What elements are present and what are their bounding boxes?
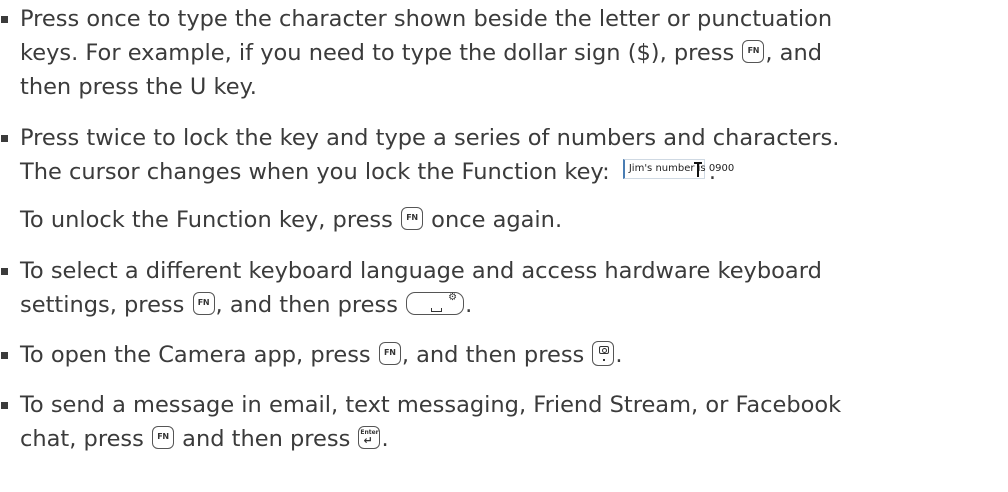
bullet bbox=[1, 135, 8, 142]
text-line: Press once to type the character shown b… bbox=[20, 6, 833, 32]
fn-key-icon: FN bbox=[742, 40, 765, 63]
item-text: Press once to type the character shown b… bbox=[20, 2, 1008, 104]
text-span: To unlock the Function key, press bbox=[20, 207, 401, 233]
bullet bbox=[1, 352, 8, 359]
enter-key-icon: Enter ↵ bbox=[358, 426, 381, 449]
space-bar-icon bbox=[431, 308, 443, 312]
camera-key-icon bbox=[592, 341, 615, 366]
cursor-sample-text: Jim's number is 0900 bbox=[628, 162, 735, 174]
item-text: To open the Camera app, press FN , and th… bbox=[20, 338, 1008, 372]
text-line: To unlock the Function key, press FN onc… bbox=[20, 203, 1008, 237]
space-settings-key-icon: ⚙ bbox=[406, 292, 465, 315]
fn-key-icon: FN bbox=[152, 426, 175, 449]
fn-key-icon: FN bbox=[401, 207, 424, 230]
text-line: chat, press FN and then press Enter ↵. bbox=[20, 422, 1008, 456]
fn-key-label: FN bbox=[406, 213, 418, 222]
item-text: To select a different keyboard language … bbox=[20, 254, 1008, 322]
text-span: , and bbox=[765, 40, 823, 66]
fn-key-icon: FN bbox=[192, 292, 215, 315]
period-dot bbox=[603, 359, 606, 361]
text-span: settings, press bbox=[20, 292, 192, 318]
fn-key-label: FN bbox=[197, 298, 210, 307]
gear-icon: ⚙ bbox=[448, 292, 458, 303]
text-span: keys. For example, if you need to type t… bbox=[20, 40, 742, 66]
locked-caret-icon bbox=[693, 161, 702, 177]
text-line: To select a different keyboard language … bbox=[20, 258, 822, 284]
text-span: chat, press bbox=[20, 426, 152, 452]
text-line: To open the Camera app, press FN , and th… bbox=[20, 338, 1008, 372]
text-line: settings, press FN , and then press ⚙. bbox=[20, 288, 1008, 322]
text-span: once again. bbox=[424, 207, 563, 233]
item-text: Press twice to lock the key and type a s… bbox=[20, 121, 1008, 237]
locked-cursor-image: Jim's number is 0900 bbox=[622, 158, 734, 179]
fn-key-label: FN bbox=[157, 432, 169, 441]
text-line: To send a message in email, text messagi… bbox=[20, 392, 842, 418]
camera-icon bbox=[599, 346, 610, 354]
bullet bbox=[1, 16, 8, 23]
fn-key-label: FN bbox=[384, 348, 396, 357]
text-span: . bbox=[381, 426, 389, 452]
bullet bbox=[1, 268, 8, 275]
bullet bbox=[1, 402, 8, 409]
text-span: , and then press bbox=[215, 292, 406, 318]
text-span: , and then press bbox=[401, 342, 592, 368]
text-span: . bbox=[465, 292, 473, 318]
text-line: The cursor changes when you lock the Fun… bbox=[20, 155, 1008, 189]
text-line: then press the U key. bbox=[20, 74, 257, 100]
text-line: keys. For example, if you need to type t… bbox=[20, 36, 1008, 70]
text-span: and then press bbox=[175, 426, 358, 452]
text-span: To open the Camera app, press bbox=[20, 342, 378, 368]
fn-key-label: FN bbox=[747, 46, 760, 55]
fn-key-icon: FN bbox=[378, 342, 401, 365]
item-text: To send a message in email, text messagi… bbox=[20, 388, 1008, 456]
manual-page: Press once to type the character shown b… bbox=[0, 0, 1008, 492]
enter-arrow-icon: ↵ bbox=[363, 434, 373, 447]
text-span: The cursor changes when you lock the Fun… bbox=[20, 159, 617, 185]
text-line: Press twice to lock the key and type a s… bbox=[20, 125, 840, 151]
text-span: . bbox=[615, 342, 623, 368]
